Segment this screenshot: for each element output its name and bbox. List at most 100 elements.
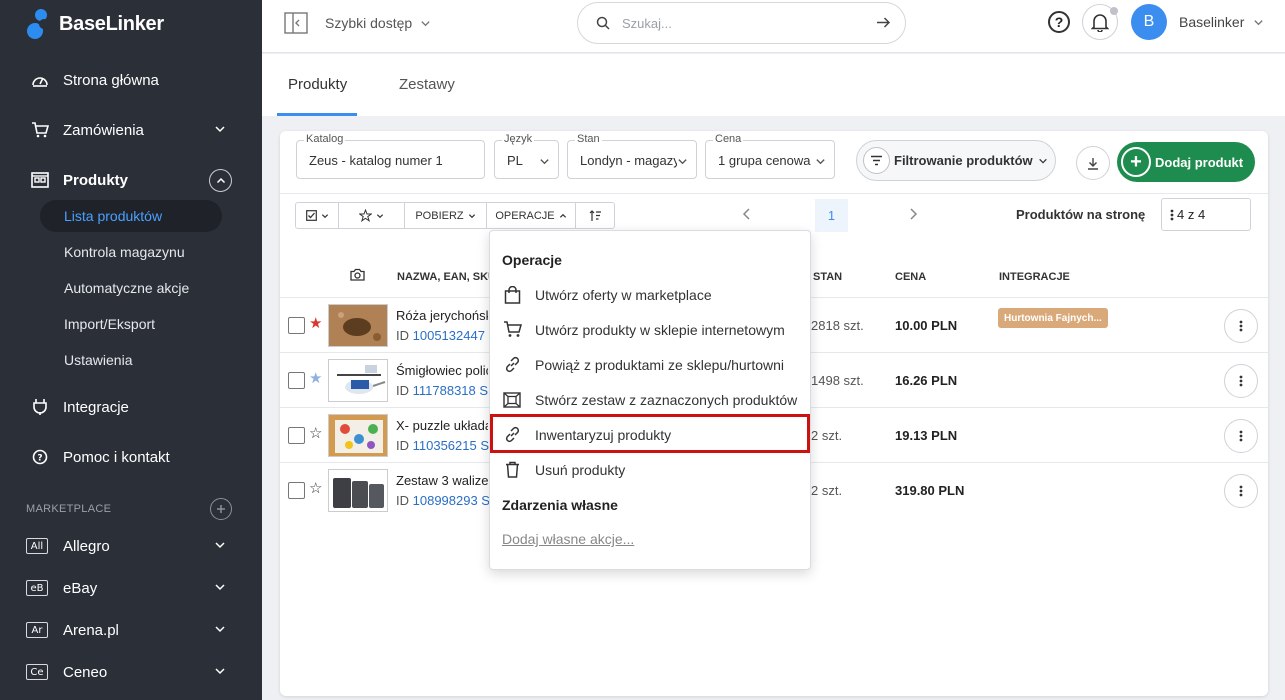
star-filled-icon[interactable]: ★ bbox=[309, 316, 322, 331]
help-icon[interactable]: ? bbox=[1048, 11, 1070, 33]
quick-access[interactable]: Szybki dostęp bbox=[284, 12, 431, 34]
star-outline-icon[interactable]: ☆ bbox=[309, 481, 322, 496]
chevron-down-icon bbox=[215, 668, 225, 675]
download-button[interactable] bbox=[1076, 146, 1110, 180]
star-outline-icon[interactable]: ☆ bbox=[309, 426, 322, 441]
ceneo-badge: Ce bbox=[26, 664, 48, 680]
add-marketplace-button[interactable] bbox=[210, 498, 232, 520]
row-actions-button[interactable] bbox=[1224, 474, 1258, 508]
sidebar-item-label: Zamówienia bbox=[63, 121, 144, 139]
language-select[interactable]: Język PL bbox=[494, 133, 559, 179]
sidebar-item-label: Ceneo bbox=[63, 663, 108, 681]
operations-menu-button[interactable]: OPERACJE bbox=[487, 203, 576, 228]
menu-item-create-shop-products[interactable]: Utwórz produkty w sklepie internetowym bbox=[490, 312, 810, 347]
sidebar-item-label: Integracje bbox=[63, 398, 129, 416]
add-product-label: Dodaj produkt bbox=[1155, 154, 1244, 170]
product-thumbnail[interactable] bbox=[328, 359, 388, 402]
menu-item-delete-products[interactable]: Usuń produkty bbox=[490, 452, 810, 487]
product-price: 16.26 PLN bbox=[895, 373, 958, 388]
row-checkbox[interactable] bbox=[288, 372, 305, 389]
product-name[interactable]: Zestaw 3 walizek bbox=[396, 473, 488, 488]
product-thumbnail[interactable] bbox=[328, 469, 388, 512]
product-price: 319.80 PLN bbox=[895, 483, 965, 498]
chevron-down-icon bbox=[376, 213, 384, 218]
catalog-select[interactable]: Katalog Zeus - katalog numer 1 bbox=[296, 133, 485, 179]
checkbox-checked-icon bbox=[305, 210, 317, 221]
add-product-button[interactable]: + Dodaj produkt bbox=[1117, 142, 1255, 182]
logo[interactable]: BaseLinker bbox=[27, 8, 164, 40]
star-filled-icon[interactable]: ★ bbox=[309, 371, 322, 386]
avatar[interactable]: B bbox=[1131, 4, 1167, 40]
stock-select[interactable]: Stan Londyn - magazyn bbox=[567, 133, 697, 179]
sidebar-subitem-settings[interactable]: Ustawienia bbox=[40, 344, 222, 376]
product-id: ID 1005132447 bbox=[396, 328, 490, 343]
sidebar-item-orders[interactable]: Zamówienia bbox=[0, 110, 262, 150]
product-thumbnail[interactable] bbox=[328, 304, 388, 347]
active-tab-indicator bbox=[277, 113, 357, 116]
divider bbox=[280, 193, 1268, 194]
per-page-select[interactable]: 4 z 4 bbox=[1161, 198, 1251, 231]
menu-item-label: Utwórz produkty w sklepie internetowym bbox=[535, 321, 785, 338]
tab-products[interactable]: Produkty bbox=[288, 76, 347, 93]
row-checkbox[interactable] bbox=[288, 317, 305, 334]
product-id-value[interactable]: 1005132447 bbox=[413, 328, 485, 343]
menu-item-link-products[interactable]: Powiąż z produktami ze sklepu/hurtowni bbox=[490, 347, 810, 382]
select-checkbox-menu[interactable] bbox=[296, 203, 339, 228]
sidebar-subitem-product-list[interactable]: Lista produktów bbox=[40, 200, 222, 232]
menu-item-create-marketplace-offers[interactable]: Utwórz oferty w marketplace bbox=[490, 277, 810, 312]
sidebar-item-products[interactable]: Produkty bbox=[0, 160, 262, 200]
help-circle-icon: ? bbox=[30, 447, 50, 467]
stock-label: Stan bbox=[575, 133, 602, 145]
sidebar-item-integrations[interactable]: Integracje bbox=[0, 387, 262, 427]
row-checkbox[interactable] bbox=[288, 427, 305, 444]
sidebar-item-ceneo[interactable]: Ce Ceneo bbox=[0, 652, 262, 692]
sort-button[interactable] bbox=[576, 203, 614, 228]
menu-item-create-bundle[interactable]: Stwórz zestaw z zaznaczonych produktów bbox=[490, 382, 810, 417]
page-current[interactable]: 1 bbox=[815, 199, 848, 232]
product-stock: 2 szt. bbox=[811, 428, 843, 443]
sidebar-item-help[interactable]: ? Pomoc i kontakt bbox=[0, 437, 262, 477]
sidebar-subitem-automatic-actions[interactable]: Automatyczne akcje bbox=[40, 272, 222, 304]
sidebar-item-ebay[interactable]: eB eBay bbox=[0, 568, 262, 608]
sidebar-subitem-import-export[interactable]: Import/Eksport bbox=[40, 308, 222, 340]
sidebar-item-arena[interactable]: Ar Arena.pl bbox=[0, 610, 262, 650]
sidebar-subitem-stock-control[interactable]: Kontrola magazynu bbox=[40, 236, 222, 268]
chevron-right-icon[interactable] bbox=[908, 208, 918, 220]
row-actions-button[interactable] bbox=[1224, 309, 1258, 343]
product-name[interactable]: Śmigłowiec policyjny bbox=[396, 363, 488, 378]
column-header-name[interactable]: NAZWA, EAN, SKU bbox=[397, 271, 496, 283]
product-thumbnail[interactable] bbox=[328, 414, 388, 457]
sidebar-toggle-icon[interactable] bbox=[284, 12, 308, 34]
column-header-stock[interactable]: STAN bbox=[813, 271, 842, 283]
download-menu-button[interactable]: POBIERZ bbox=[405, 203, 487, 228]
arrow-right-icon[interactable] bbox=[876, 15, 891, 30]
product-name[interactable]: X- puzzle układanka bbox=[396, 418, 488, 433]
column-header-price[interactable]: CENA bbox=[895, 271, 926, 283]
user-menu[interactable]: Baselinker bbox=[1179, 14, 1264, 30]
row-checkbox[interactable] bbox=[288, 482, 305, 499]
price-value: 1 grupa cenowa bbox=[718, 153, 811, 168]
price-select[interactable]: Cena 1 grupa cenowa bbox=[705, 133, 835, 179]
integration-badge[interactable]: Hurtownia Fajnych... bbox=[998, 308, 1108, 328]
product-id-value[interactable]: 108998293 S bbox=[413, 493, 490, 508]
sidebar-item-allegro[interactable]: All Allegro bbox=[0, 526, 262, 566]
filter-products-button[interactable]: Filtrowanie produktów bbox=[856, 140, 1056, 181]
chevron-up-icon[interactable] bbox=[209, 169, 232, 192]
chevron-left-icon[interactable] bbox=[742, 208, 752, 220]
row-actions-button[interactable] bbox=[1224, 419, 1258, 453]
sidebar-item-home[interactable]: Strona główna bbox=[0, 60, 262, 100]
search-input[interactable]: Szukaj... bbox=[577, 2, 906, 44]
chevron-down-icon bbox=[321, 213, 328, 218]
product-id-prefix: ID bbox=[396, 328, 409, 343]
product-id-value[interactable]: 111788318 S bbox=[413, 383, 488, 398]
tab-bundles[interactable]: Zestawy bbox=[399, 76, 455, 93]
table-toolbar: POBIERZ OPERACJE bbox=[295, 202, 615, 229]
add-custom-actions-link[interactable]: Dodaj własne akcje... bbox=[502, 531, 634, 547]
star-menu[interactable] bbox=[339, 203, 405, 228]
product-id-value[interactable]: 110356215 S bbox=[413, 438, 489, 453]
product-name[interactable]: Róża jerychońska bbox=[396, 308, 488, 323]
column-header-integrations[interactable]: INTEGRACJE bbox=[999, 271, 1070, 283]
sidebar-item-label: Produkty bbox=[63, 171, 129, 189]
price-label: Cena bbox=[713, 133, 744, 145]
row-actions-button[interactable] bbox=[1224, 364, 1258, 398]
